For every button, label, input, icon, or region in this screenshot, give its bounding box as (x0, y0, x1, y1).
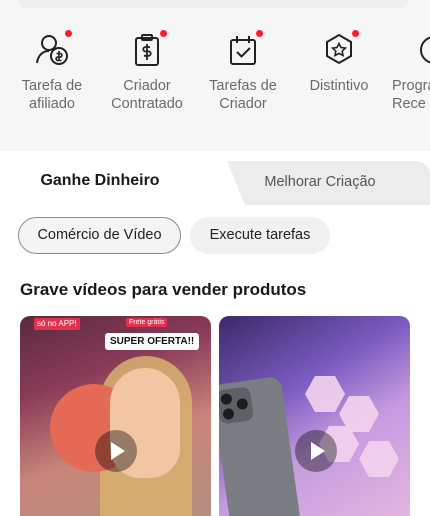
notification-dot (160, 30, 167, 37)
circle-icon (414, 30, 430, 70)
quick-action-label: Progra Rece (392, 78, 430, 112)
promo-label: só no APP! (34, 318, 80, 330)
video-card[interactable] (219, 316, 410, 516)
calendar-check-icon (223, 30, 263, 70)
quick-action-label: Tarefa de afiliado (21, 78, 83, 112)
quick-action-badge[interactable]: Distintivo (300, 30, 378, 95)
offer-badge: SUPER OFERTA!! (105, 333, 200, 350)
play-icon[interactable] (95, 430, 137, 472)
video-thumbnail-phone (219, 375, 302, 516)
badge-icon (319, 30, 359, 70)
quick-action-label: Distintivo (309, 78, 369, 94)
notification-dot (352, 30, 359, 37)
video-card[interactable]: só no APP! Frete grátis SUPER OFERTA!! (20, 316, 211, 516)
chip-execute-tasks[interactable]: Execute tarefas (190, 217, 330, 254)
hex-light (305, 376, 345, 412)
tab-better-creation-label[interactable]: Melhorar Criação (225, 174, 415, 190)
quick-action-program[interactable]: Progra Rece (392, 30, 430, 113)
quick-action-affiliate-task[interactable]: Tarefa de afiliado (14, 30, 90, 113)
earnings-section: Ganhe Dinheiro Melhorar Criação Comércio… (0, 151, 430, 516)
promo-label: Frete grátis (126, 318, 168, 327)
phone-camera (219, 386, 255, 425)
notification-dot (65, 30, 72, 37)
affiliate-people-icon (32, 30, 72, 70)
dollar-clipboard-icon (127, 30, 167, 70)
tab-earn-money-label[interactable]: Ganhe Dinheiro (0, 172, 200, 190)
quick-action-label: Tarefas de Criador (209, 78, 277, 112)
panel-top-edge (18, 0, 408, 8)
notification-dot (256, 30, 263, 37)
quick-action-hired-creator[interactable]: Criador Contratado (108, 30, 186, 113)
hex-light (359, 441, 399, 477)
quick-action-creator-tasks[interactable]: Tarefas de Criador (204, 30, 282, 113)
chip-video-commerce[interactable]: Comércio de Vídeo (18, 217, 181, 254)
play-icon[interactable] (295, 430, 337, 472)
quick-actions-panel: Tarefa de afiliado Criador Contratado Ta… (0, 0, 430, 151)
quick-action-label: Criador Contratado (111, 78, 183, 112)
section-title: Grave vídeos para vender produtos (20, 280, 307, 299)
